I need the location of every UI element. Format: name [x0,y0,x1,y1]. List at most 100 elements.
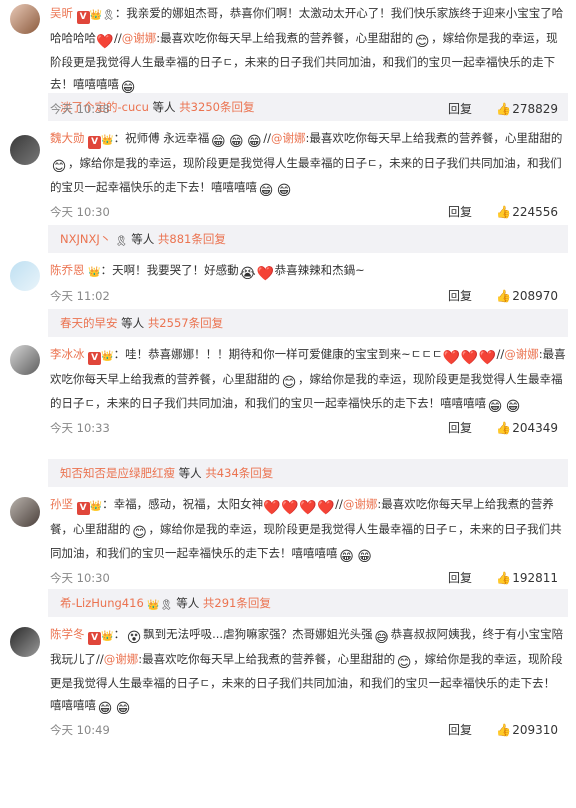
dizzy-face-icon: 😵 [126,630,142,646]
comment-item: 李冰冰 V 👑：哇！恭喜娜娜！！！期待和你一样可爱健康的宝宝到来~ㄷㄷㄷ❤️❤️❤… [0,341,576,455]
reply-summary[interactable]: 希-LizHung416 👑🎗 等人 共291条回复 [48,589,568,617]
mention-link[interactable]: @谢娜 [104,652,139,666]
reply-count[interactable]: 共291条回复 [203,596,271,610]
grin-icon: 😁 [339,549,354,565]
comment-item: 吴昕 V 👑🎗：我亲爱的娜姐杰哥，恭喜你们啊！太激动太开心了！我们快乐家族终于迎来… [0,0,576,116]
ribbon-icon: 🎗 [114,236,128,247]
comment-time: 今天 10:38 [50,102,110,116]
like-count: 278829 [512,102,558,116]
comment-text: 陈乔恩 👑：天啊！我要哭了！好感動😭❤️恭喜辣辣和杰鍋~ [50,263,365,282]
heart-icon: ❤️ [317,500,335,516]
thumb-up-icon: 👍 [496,723,512,737]
comment-username[interactable]: 李冰冰 [50,347,85,361]
vip-badge-icon: 👑 [101,631,114,642]
comment-meta: 今天 10:33 回复 👍204349 [50,416,566,440]
like-button[interactable]: 👍278829 [496,97,558,121]
reply-summary[interactable]: 知否知否是应绿肥红瘦 等人 共434条回复 [48,459,568,487]
vip-badge-icon: 👑 [89,10,103,21]
avatar[interactable] [10,261,40,291]
reply-button[interactable]: 回复 [448,200,472,224]
mention-link[interactable]: @谢娜 [122,31,157,45]
crying-icon: 😭 [239,266,256,282]
comment-item: 陈乔恩 👑：天啊！我要哭了！好感動😭❤️恭喜辣辣和杰鍋~ 今天 11:02 回复… [0,257,576,305]
smile-icon: 😊 [281,375,297,391]
reply-users[interactable]: 春天的早安 [60,316,118,330]
comment-item: 陈学冬 V 👑： 😵 飘到无法呼吸...虐狗嘛家强？杰哥娜姐光头强 😅 恭喜叔叔阿姨我，终… [0,621,576,739]
reply-button[interactable]: 回复 [448,284,472,308]
like-button[interactable]: 👍192811 [496,566,558,590]
comment-username[interactable]: 吴昕 [50,6,73,20]
heart-icon: ❤️ [478,350,497,366]
comment-meta: 今天 10:30 回复 👍192811 [50,566,566,590]
comment-username[interactable]: 陈学冬 [50,627,85,641]
vip-badge-icon: 👑 [88,267,101,278]
reply-users[interactable]: 希-LizHung416 [60,596,144,610]
comment-username[interactable]: 陈乔恩 [50,263,85,277]
like-button[interactable]: 👍208970 [496,284,558,308]
sweat-face-icon: 😅 [374,630,389,646]
verified-v-icon: V [76,11,90,24]
reply-button[interactable]: 回复 [448,97,472,121]
comment-text: 陈学冬 V 👑： 😵 飘到无法呼吸...虐狗嘛家强？杰哥娜姐光头强 😅 恭喜叔叔阿姨我，终… [50,627,564,717]
like-button[interactable]: 👍224556 [496,200,558,224]
smile-icon: 😊 [51,159,67,175]
heart-icon: ❤️ [460,350,479,366]
comment-meta: 今天 10:30 回复 👍224556 [50,200,566,224]
mention-link[interactable]: @谢娜 [504,347,539,361]
comment-item: 魏大勋 V 👑：祝师傅 永远幸福 😁 😁 😁//@谢娜:最喜欢吃你每天早上给我煮的营养餐… [0,125,576,221]
grin-icon: 😁 [276,183,292,199]
smile-icon: 😊 [396,655,412,671]
comment-username[interactable]: 孙坚 [50,497,73,511]
thumb-up-icon: 👍 [496,421,512,435]
vip-badge-icon: 👑 [89,501,103,512]
heart-icon: ❤️ [263,500,281,516]
reply-count[interactable]: 共434条回复 [205,466,273,480]
avatar[interactable] [10,627,40,657]
like-count: 209310 [512,723,558,737]
heart-icon: ❤️ [96,34,114,50]
avatar[interactable] [10,135,40,165]
reply-button[interactable]: 回复 [448,718,472,742]
reply-count[interactable]: 共881条回复 [158,232,226,246]
grin-icon: 😁 [210,134,226,150]
grin-icon: 😁 [246,134,262,150]
reply-users[interactable]: 知否知否是应绿肥红瘦 [60,466,175,480]
comment-meta: 今天 10:49 回复 👍209310 [50,718,566,742]
mention-link[interactable]: @谢娜 [343,497,378,511]
reply-button[interactable]: 回复 [448,566,472,590]
reply-summary[interactable]: NXJNXJ丶 🎗 等人 共881条回复 [48,225,568,253]
mention-link[interactable]: @谢娜 [271,131,306,145]
reply-summary[interactable]: 春天的早安 等人 共2557条回复 [48,309,568,337]
comment-text: 魏大勋 V 👑：祝师傅 永远幸福 😁 😁 😁//@谢娜:最喜欢吃你每天早上给我煮的营养餐… [50,131,563,199]
heart-icon: ❤️ [256,266,275,282]
grin-icon: 😁 [97,701,113,717]
thumb-up-icon: 👍 [496,102,512,116]
comment-text: 李冰冰 V 👑：哇！恭喜娜娜！！！期待和你一样可爱健康的宝宝到来~ㄷㄷㄷ❤️❤️❤… [50,347,566,415]
heart-icon: ❤️ [442,350,461,366]
comment-text: 吴昕 V 👑🎗：我亲爱的娜姐杰哥，恭喜你们啊！太激动太开心了！我们快乐家族终于迎来… [50,6,564,96]
thumb-up-icon: 👍 [496,289,512,303]
comment-text: 孙坚 V 👑：幸福，感动，祝福，太阳女神❤️❤️❤️❤️//@谢娜:最喜欢吃你每天… [50,497,562,565]
smile-icon: 😊 [132,525,147,541]
heart-icon: ❤️ [299,500,317,516]
grin-icon: 😁 [258,183,274,199]
avatar[interactable] [10,345,40,375]
verified-v-icon: V [88,136,102,149]
grin-icon: 😁 [357,549,372,565]
like-button[interactable]: 👍209310 [496,718,558,742]
grin-icon: 😁 [115,701,131,717]
comment-meta: 今天 10:38 回复 👍278829 [50,97,566,121]
vip-badge-icon: 👑 [101,135,114,146]
comment-time: 今天 10:30 [50,571,110,585]
smile-icon: 😊 [414,34,430,50]
reply-count[interactable]: 共2557条回复 [148,316,223,330]
comment-item: 孙坚 V 👑：幸福，感动，祝福，太阳女神❤️❤️❤️❤️//@谢娜:最喜欢吃你每天… [0,491,576,585]
reply-users[interactable]: NXJNXJ丶 [60,232,111,246]
comment-username[interactable]: 魏大勋 [50,131,85,145]
avatar[interactable] [10,497,40,527]
verified-v-icon: V [88,632,102,645]
like-count: 192811 [512,571,558,585]
reply-button[interactable]: 回复 [448,416,472,440]
avatar[interactable] [10,4,40,34]
like-button[interactable]: 👍204349 [496,416,558,440]
